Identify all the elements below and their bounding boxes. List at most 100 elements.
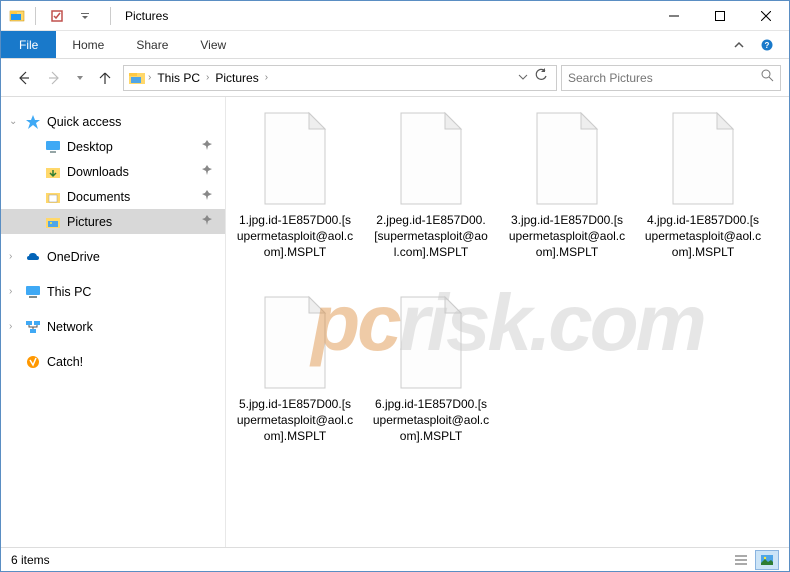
file-item[interactable]: 6.jpg.id-1E857D00.[supermetasploit@aol.c… [372, 295, 490, 445]
breadcrumb-item[interactable]: Pictures [211, 69, 262, 87]
status-bar: 6 items [1, 547, 789, 571]
pin-icon [201, 189, 213, 204]
window-title: Pictures [125, 9, 168, 23]
blank-file-icon [663, 111, 743, 206]
explorer-icon [9, 8, 25, 24]
blank-file-icon [255, 111, 335, 206]
sidebar-item-label: OneDrive [47, 250, 100, 264]
tab-view[interactable]: View [184, 31, 242, 58]
sidebar-item-label: Documents [67, 190, 130, 204]
body: ⌄ Quick access Desktop Downloads Documen… [1, 97, 789, 549]
sidebar-item-label: Quick access [47, 115, 121, 129]
sidebar-item-documents[interactable]: Documents [1, 184, 225, 209]
sidebar-item-pictures[interactable]: Pictures [1, 209, 225, 234]
file-name: 3.jpg.id-1E857D00.[supermetasploit@aol.c… [508, 212, 626, 261]
thispc-icon [25, 284, 41, 300]
documents-icon [45, 189, 61, 205]
catch-icon [25, 354, 41, 370]
file-name: 2.jpeg.id-1E857D00.[supermetasploit@aol.… [372, 212, 490, 261]
view-switcher [729, 550, 779, 570]
close-button[interactable] [743, 1, 789, 31]
address-bar[interactable]: › This PC › Pictures › [123, 65, 557, 91]
maximize-button[interactable] [697, 1, 743, 31]
chevron-right-icon[interactable]: › [148, 72, 151, 83]
sidebar-item-label: Catch! [47, 355, 83, 369]
blank-file-icon [255, 295, 335, 390]
qat-properties-button[interactable] [46, 5, 68, 27]
large-icons-view-button[interactable] [755, 550, 779, 570]
file-item[interactable]: 1.jpg.id-1E857D00.[supermetasploit@aol.c… [236, 111, 354, 261]
title-bar: Pictures [1, 1, 789, 31]
file-name: 6.jpg.id-1E857D00.[supermetasploit@aol.c… [372, 396, 490, 445]
pictures-icon [45, 214, 61, 230]
sidebar-item-label: Downloads [67, 165, 129, 179]
search-icon[interactable] [760, 68, 774, 87]
address-right [518, 68, 552, 87]
blank-file-icon [391, 111, 471, 206]
chevron-right-icon[interactable]: › [265, 72, 268, 83]
forward-button[interactable] [41, 64, 69, 92]
recent-dropdown-button[interactable] [73, 64, 87, 92]
sidebar-item-label: This PC [47, 285, 91, 299]
sidebar-item-network[interactable]: › Network [1, 314, 225, 339]
ribbon-right: ? [727, 31, 789, 58]
onedrive-icon [25, 249, 41, 265]
file-list[interactable]: pcrisk.com 1.jpg.id-1E857D00.[supermetas… [226, 97, 789, 549]
sidebar-item-label: Network [47, 320, 93, 334]
window-controls [651, 1, 789, 31]
watermark: pcrisk.com [311, 277, 703, 369]
sidebar-quick-access[interactable]: ⌄ Quick access [1, 109, 225, 134]
item-count: 6 items [11, 553, 50, 567]
file-item[interactable]: 4.jpg.id-1E857D00.[supermetasploit@aol.c… [644, 111, 762, 261]
sidebar-item-desktop[interactable]: Desktop [1, 134, 225, 159]
address-dropdown-button[interactable] [518, 69, 528, 87]
file-tab[interactable]: File [1, 31, 56, 58]
search-box[interactable] [561, 65, 781, 91]
sidebar-item-label: Pictures [67, 215, 112, 229]
navigation-bar: › This PC › Pictures › [1, 59, 789, 97]
details-view-button[interactable] [729, 550, 753, 570]
sidebar-item-label: Desktop [67, 140, 113, 154]
separator [110, 7, 111, 25]
file-item[interactable]: 5.jpg.id-1E857D00.[supermetasploit@aol.c… [236, 295, 354, 445]
ribbon-tabs: File Home Share View ? [1, 31, 789, 59]
title-bar-left: Pictures [1, 5, 168, 27]
file-item[interactable]: 2.jpeg.id-1E857D00.[supermetasploit@aol.… [372, 111, 490, 261]
chevron-right-icon[interactable]: › [9, 251, 12, 262]
downloads-icon [45, 164, 61, 180]
pin-icon [201, 164, 213, 179]
navigation-pane[interactable]: ⌄ Quick access Desktop Downloads Documen… [1, 97, 226, 549]
svg-text:?: ? [765, 41, 770, 50]
search-input[interactable] [568, 71, 760, 85]
tab-home[interactable]: Home [56, 31, 120, 58]
sidebar-item-catch[interactable]: Catch! [1, 349, 225, 374]
blank-file-icon [391, 295, 471, 390]
help-button[interactable]: ? [755, 33, 779, 57]
sidebar-item-downloads[interactable]: Downloads [1, 159, 225, 184]
blank-file-icon [527, 111, 607, 206]
sidebar-item-onedrive[interactable]: › OneDrive [1, 244, 225, 269]
file-name: 5.jpg.id-1E857D00.[supermetasploit@aol.c… [236, 396, 354, 445]
separator [35, 7, 36, 25]
desktop-icon [45, 139, 61, 155]
tab-share[interactable]: Share [120, 31, 184, 58]
file-name: 4.jpg.id-1E857D00.[supermetasploit@aol.c… [644, 212, 762, 261]
ribbon-expand-button[interactable] [727, 33, 751, 57]
chevron-right-icon[interactable]: › [206, 72, 209, 83]
chevron-right-icon[interactable]: › [9, 286, 12, 297]
folder-icon [128, 69, 146, 87]
back-button[interactable] [9, 64, 37, 92]
quick-access-group: ⌄ Quick access Desktop Downloads Documen… [1, 109, 225, 234]
file-name: 1.jpg.id-1E857D00.[supermetasploit@aol.c… [236, 212, 354, 261]
refresh-button[interactable] [534, 68, 548, 87]
file-item[interactable]: 3.jpg.id-1E857D00.[supermetasploit@aol.c… [508, 111, 626, 261]
breadcrumb-item[interactable]: This PC [153, 69, 204, 87]
qat-dropdown-button[interactable] [74, 5, 96, 27]
up-button[interactable] [91, 64, 119, 92]
minimize-button[interactable] [651, 1, 697, 31]
chevron-right-icon[interactable]: › [9, 321, 12, 332]
network-icon [25, 319, 41, 335]
pin-icon [201, 139, 213, 154]
chevron-down-icon[interactable]: ⌄ [9, 116, 17, 127]
sidebar-item-thispc[interactable]: › This PC [1, 279, 225, 304]
